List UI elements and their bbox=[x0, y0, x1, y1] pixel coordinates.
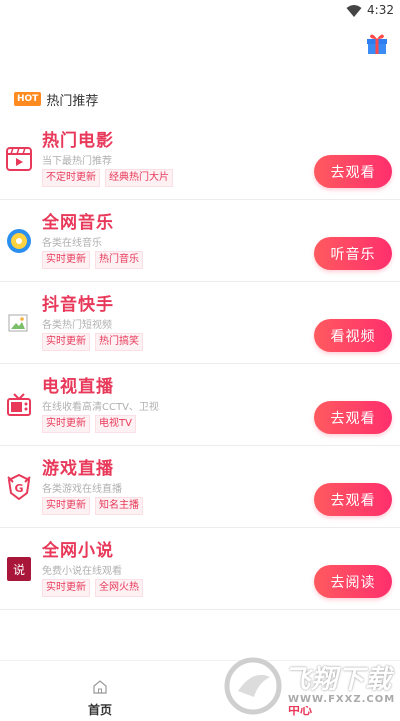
list-item[interactable]: 全网音乐 各类在线音乐 实时更新 热门音乐 听音乐 bbox=[0, 200, 400, 282]
item-tag: 实时更新 bbox=[42, 251, 90, 269]
item-tag: 热门搞笑 bbox=[95, 333, 143, 351]
status-time: 4:32 bbox=[367, 3, 394, 17]
item-title: 全网音乐 bbox=[42, 213, 114, 233]
item-tag: 不定时更新 bbox=[42, 169, 100, 187]
item-tags: 实时更新 热门搞笑 bbox=[42, 333, 148, 351]
svg-text:说: 说 bbox=[13, 562, 25, 577]
item-tag: 实时更新 bbox=[42, 579, 90, 597]
item-tag: 全网火热 bbox=[95, 579, 143, 597]
film-icon bbox=[6, 147, 32, 171]
item-desc: 当下最热门推荐 bbox=[42, 156, 112, 167]
novel-icon: 说 bbox=[7, 557, 31, 581]
svg-text:G: G bbox=[14, 482, 23, 495]
tv-icon bbox=[7, 393, 31, 416]
tab-home-label: 首页 bbox=[87, 703, 112, 717]
gift-icon[interactable] bbox=[364, 30, 390, 56]
hot-badge: HOT bbox=[14, 92, 42, 106]
status-bar: 4:32 bbox=[0, 0, 400, 22]
watermark-text: 飞翔下载 bbox=[284, 665, 393, 695]
item-desc: 在线收看高清CCTV、卫视 bbox=[42, 402, 159, 413]
item-tags: 实时更新 电视TV bbox=[42, 415, 141, 433]
hot-section-title: 热门推荐 bbox=[46, 93, 99, 109]
watch-tv-button[interactable]: 去观看 bbox=[314, 401, 392, 434]
watch-button[interactable]: 去观看 bbox=[314, 155, 392, 188]
watermark: 飞翔下载 WWW.FXXZ.COM bbox=[222, 655, 400, 720]
item-title: 电视直播 bbox=[42, 377, 114, 397]
tab-home[interactable]: 首页 bbox=[50, 661, 150, 721]
music-disc-icon bbox=[7, 229, 31, 253]
item-desc: 免费小说在线观看 bbox=[42, 566, 122, 577]
list-item[interactable]: 热门电影 当下最热门推荐 不定时更新 经典热门大片 去观看 bbox=[0, 118, 400, 200]
list-item[interactable]: 电视直播 在线收看高清CCTV、卫视 实时更新 电视TV 去观看 bbox=[0, 364, 400, 446]
watch-game-button[interactable]: 去观看 bbox=[314, 483, 392, 516]
item-tags: 不定时更新 经典热门大片 bbox=[42, 169, 178, 187]
item-tag: 实时更新 bbox=[42, 497, 90, 515]
watermark-logo-icon bbox=[224, 657, 282, 715]
item-tags: 实时更新 知名主播 bbox=[42, 497, 148, 515]
item-desc: 各类在线音乐 bbox=[42, 238, 102, 249]
item-tags: 实时更新 热门音乐 bbox=[42, 251, 148, 269]
item-tag: 热门音乐 bbox=[95, 251, 143, 269]
listen-music-button[interactable]: 听音乐 bbox=[314, 237, 392, 270]
list-item[interactable]: G 游戏直播 各类游戏在线直播 实时更新 知名主播 去观看 bbox=[0, 446, 400, 528]
list-item[interactable]: 抖音快手 各类热门短视频 实时更新 热门搞笑 看视频 bbox=[0, 282, 400, 364]
item-title: 游戏直播 bbox=[42, 459, 114, 479]
list-item[interactable]: 说 全网小说 免费小说在线观看 实时更新 全网火热 去阅读 bbox=[0, 528, 400, 610]
item-desc: 各类游戏在线直播 bbox=[42, 484, 122, 495]
item-desc: 各类热门短视频 bbox=[42, 320, 112, 331]
item-title: 抖音快手 bbox=[42, 295, 114, 315]
item-tags: 实时更新 全网火热 bbox=[42, 579, 148, 597]
watermark-url: WWW.FXXZ.COM bbox=[284, 693, 400, 706]
item-tag: 电视TV bbox=[95, 415, 136, 433]
watch-video-button[interactable]: 看视频 bbox=[314, 319, 392, 352]
item-tag: 实时更新 bbox=[42, 333, 90, 351]
broken-image-icon bbox=[8, 314, 28, 332]
item-tag: 经典热门大片 bbox=[105, 169, 173, 187]
recommend-list: 热门电影 当下最热门推荐 不定时更新 经典热门大片 去观看 全网音乐 各类在线音… bbox=[0, 118, 400, 610]
wifi-icon bbox=[346, 5, 362, 17]
item-tag: 实时更新 bbox=[42, 415, 90, 433]
hot-section-header: HOT 热门推荐 bbox=[14, 89, 98, 109]
home-icon bbox=[93, 680, 107, 694]
item-title: 全网小说 bbox=[42, 541, 114, 561]
item-title: 热门电影 bbox=[42, 131, 114, 151]
read-novel-button[interactable]: 去阅读 bbox=[314, 565, 392, 598]
item-tag: 知名主播 bbox=[95, 497, 143, 515]
game-shield-icon: G bbox=[7, 474, 31, 500]
